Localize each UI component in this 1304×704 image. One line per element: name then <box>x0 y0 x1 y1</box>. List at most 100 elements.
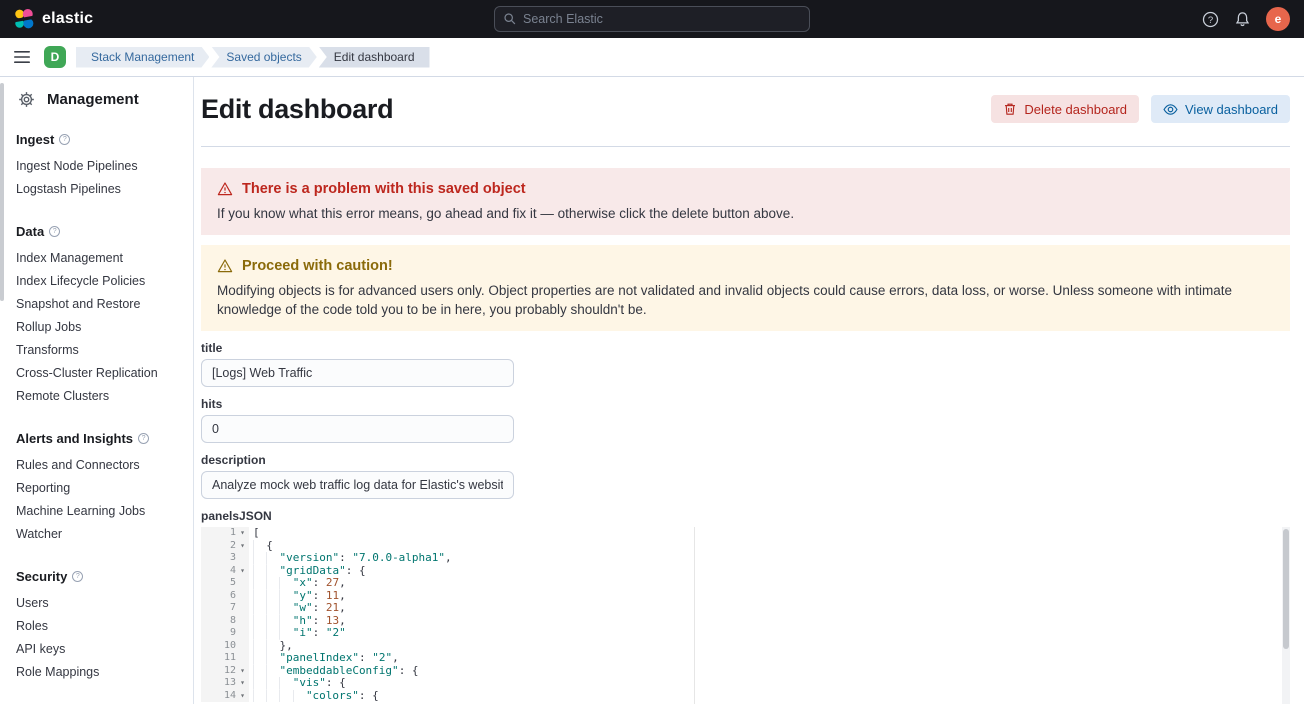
fold-icon[interactable]: ▾ <box>236 527 249 540</box>
menu-toggle-button[interactable] <box>10 46 34 68</box>
sidebar-title: Management <box>47 91 139 108</box>
hits-input[interactable] <box>201 415 514 443</box>
sidebar-item-remote-clusters[interactable]: Remote Clusters <box>16 384 185 407</box>
sidebar-item-cross-cluster-replication[interactable]: Cross-Cluster Replication <box>16 361 185 384</box>
json-punctuation: : <box>359 651 372 664</box>
sidebar-item-users[interactable]: Users <box>16 591 185 614</box>
json-string: "y" <box>293 589 313 602</box>
global-header: elastic ? e <box>0 0 1304 38</box>
json-string: "colors" <box>306 689 359 702</box>
fold-icon[interactable]: ▾ <box>236 665 249 678</box>
fold-icon[interactable]: ▾ <box>236 677 249 690</box>
line-number: 6 <box>230 590 236 603</box>
line-number: 12 <box>224 665 236 678</box>
delete-dashboard-button[interactable]: Delete dashboard <box>991 95 1139 123</box>
indent-guide <box>253 552 266 565</box>
notifications-icon[interactable] <box>1234 11 1251 28</box>
sidebar-item-index-management[interactable]: Index Management <box>16 246 185 269</box>
help-icon[interactable]: ? <box>1202 11 1219 28</box>
code-line[interactable]: "colors": { <box>249 690 379 703</box>
saved-object-form: titlehitsdescription <box>201 341 1290 499</box>
management-sidebar: Management Ingest? Ingest Node PipelinesL… <box>0 77 194 704</box>
brand[interactable]: elastic <box>14 9 93 29</box>
indent-guide <box>279 677 292 690</box>
sidebar-item-snapshot-and-restore[interactable]: Snapshot and Restore <box>16 292 185 315</box>
json-punctuation: : <box>313 589 326 602</box>
sidebar-item-list: Rules and ConnectorsReportingMachine Lea… <box>16 453 185 545</box>
svg-text:?: ? <box>1208 15 1213 26</box>
indent-guide <box>266 552 279 565</box>
sidebar-item-list: UsersRolesAPI keysRole Mappings <box>16 591 185 683</box>
editor-scrollbar-thumb[interactable] <box>1283 529 1289 649</box>
sidebar-item-ingest-node-pipelines[interactable]: Ingest Node Pipelines <box>16 154 185 177</box>
gutter-cell: 14▾ <box>201 690 249 703</box>
info-icon: ? <box>72 571 83 582</box>
json-punctuation: : <box>339 551 352 564</box>
json-string: "panelIndex" <box>279 651 358 664</box>
form-field-description: description <box>201 453 1290 499</box>
sidebar-item-machine-learning-jobs[interactable]: Machine Learning Jobs <box>16 499 185 522</box>
gutter-cell: 12▾ <box>201 665 249 678</box>
json-string: "2" <box>372 651 392 664</box>
search-input[interactable] <box>523 12 801 26</box>
info-icon: ? <box>59 134 70 145</box>
sidebar-item-logstash-pipelines[interactable]: Logstash Pipelines <box>16 177 185 200</box>
warning-callout-title: Proceed with caution! <box>242 257 393 275</box>
indent-guide <box>253 627 266 640</box>
json-punctuation: : <box>313 626 326 639</box>
json-punctuation: , <box>339 576 346 589</box>
json-number: 27 <box>326 576 339 589</box>
view-dashboard-button[interactable]: View dashboard <box>1151 95 1290 123</box>
indent-guide <box>279 690 292 703</box>
title-input[interactable] <box>201 359 514 387</box>
fold-icon[interactable]: ▾ <box>236 565 249 578</box>
sidebar-item-index-lifecycle-policies[interactable]: Index Lifecycle Policies <box>16 269 185 292</box>
global-search[interactable] <box>494 6 810 32</box>
breadcrumbs: Stack ManagementSaved objectsEdit dashbo… <box>76 47 430 68</box>
line-number: 10 <box>224 640 236 653</box>
sidebar-item-list: Ingest Node PipelinesLogstash Pipelines <box>16 154 185 200</box>
error-callout: There is a problem with this saved objec… <box>201 168 1290 235</box>
info-icon: ? <box>138 433 149 444</box>
json-punctuation: : { <box>326 676 346 689</box>
sidebar-section-heading: Alerts and Insights? <box>16 431 185 446</box>
description-input[interactable] <box>201 471 514 499</box>
sidebar-item-role-mappings[interactable]: Role Mappings <box>16 660 185 683</box>
indent-guide <box>266 652 279 665</box>
sidebar-item-api-keys[interactable]: API keys <box>16 637 185 660</box>
json-punctuation: : { <box>399 664 419 677</box>
line-number: 13 <box>224 677 236 690</box>
gutter-cell: 3 <box>201 552 249 565</box>
user-avatar[interactable]: e <box>1266 7 1290 31</box>
json-number: 21 <box>326 601 339 614</box>
sidebar-item-rules-and-connectors[interactable]: Rules and Connectors <box>16 453 185 476</box>
sidebar-section-heading: Data? <box>16 224 185 239</box>
line-number: 7 <box>230 602 236 615</box>
sidebar-item-rollup-jobs[interactable]: Rollup Jobs <box>16 315 185 338</box>
sidebar-item-reporting[interactable]: Reporting <box>16 476 185 499</box>
code-line[interactable]: [ <box>249 527 260 540</box>
sidebar-item-watcher[interactable]: Watcher <box>16 522 185 545</box>
json-punctuation: [ <box>253 527 260 539</box>
json-editor[interactable]: 1▾[2▾ {3 "version": "7.0.0-alpha1",4▾ "g… <box>201 527 1290 704</box>
sidebar-item-transforms[interactable]: Transforms <box>16 338 185 361</box>
sidebar-item-roles[interactable]: Roles <box>16 614 185 637</box>
sidebar-scrollbar[interactable] <box>0 83 4 301</box>
code-line[interactable]: "i": "2" <box>249 627 346 640</box>
sidebar-section-heading: Ingest? <box>16 132 185 147</box>
json-punctuation: }, <box>279 639 292 652</box>
gutter-cell: 5 <box>201 577 249 590</box>
sidebar-section-data: Data? Index ManagementIndex Lifecycle Pol… <box>16 224 185 407</box>
fold-icon[interactable]: ▾ <box>236 540 249 553</box>
editor-scrollbar[interactable] <box>1282 527 1290 704</box>
breadcrumb-saved-objects[interactable]: Saved objects <box>211 47 316 68</box>
fold-icon[interactable]: ▾ <box>236 690 249 703</box>
space-avatar[interactable]: D <box>44 46 66 68</box>
indent-guide <box>279 602 292 615</box>
alert-triangle-icon <box>217 181 233 197</box>
code-line-row: 6 "y": 11, <box>201 590 1290 603</box>
line-number: 3 <box>230 552 236 565</box>
indent-guide <box>266 577 279 590</box>
breadcrumb-stack-management[interactable]: Stack Management <box>76 47 209 68</box>
json-punctuation: , <box>339 614 346 627</box>
